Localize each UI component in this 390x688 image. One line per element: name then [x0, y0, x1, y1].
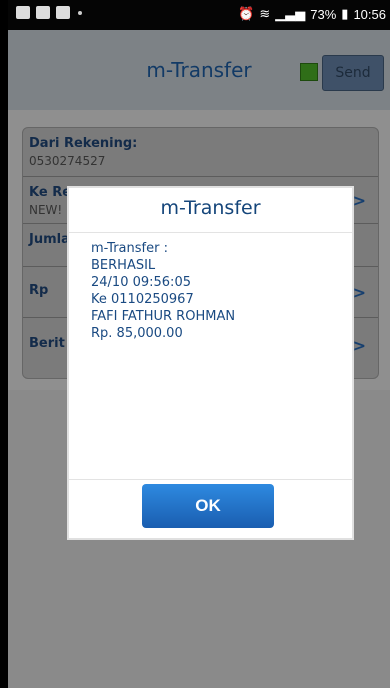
app-notification-icon: [16, 6, 30, 19]
battery-icon: ▮: [341, 6, 349, 21]
from-account-row[interactable]: Dari Rekening: 0530274527: [23, 128, 378, 177]
chevron-right-icon: >: [352, 191, 366, 210]
clock: 10:56: [353, 6, 386, 22]
message-line: BERHASIL: [91, 258, 156, 273]
message-line: FAFI FATHUR ROHMAN: [91, 309, 236, 324]
more-dot-icon: [78, 10, 82, 15]
amount-label: Jumla: [29, 232, 70, 247]
send-button[interactable]: Send: [322, 55, 384, 91]
currency-label: Rp: [29, 283, 49, 298]
result-dialog: m-Transfer m-Transfer : BERHASIL 24/10 0…: [67, 186, 354, 540]
app-bar: m-Transfer Send: [8, 30, 390, 110]
dialog-message: m-Transfer : BERHASIL 24/10 09:56:05 Ke …: [69, 232, 352, 480]
message-line: Ke 0110250967: [91, 292, 194, 307]
chevron-right-icon: >: [352, 336, 366, 355]
media-notification-icon: [36, 6, 50, 19]
battery-percent: 73%: [310, 6, 337, 22]
status-bar: ⏰ ≋ ▁▃▅ 73% ▮ 10:56: [8, 0, 390, 30]
status-indicator: [300, 63, 318, 81]
from-account-label: Dari Rekening:: [29, 136, 138, 151]
chevron-right-icon: >: [352, 283, 366, 302]
signal-icon: ▁▃▅: [275, 6, 306, 21]
wifi-icon: ≋: [259, 6, 271, 21]
message-line: m-Transfer :: [91, 241, 168, 256]
check-notification-icon: [56, 6, 70, 19]
message-label: Berit: [29, 336, 65, 351]
message-line: Rp. 85,000.00: [91, 326, 183, 341]
from-account-value: 0530274527: [29, 154, 106, 168]
to-account-value: NEW!: [29, 203, 63, 217]
phone-screen: ⏰ ≋ ▁▃▅ 73% ▮ 10:56 m-Transfer Send Dari…: [8, 0, 390, 688]
alarm-icon: ⏰: [238, 6, 255, 21]
to-account-label: Ke Re: [29, 185, 72, 200]
dialog-title: m-Transfer: [160, 197, 261, 219]
ok-button[interactable]: OK: [142, 484, 274, 528]
message-line: 24/10 09:56:05: [91, 275, 191, 290]
